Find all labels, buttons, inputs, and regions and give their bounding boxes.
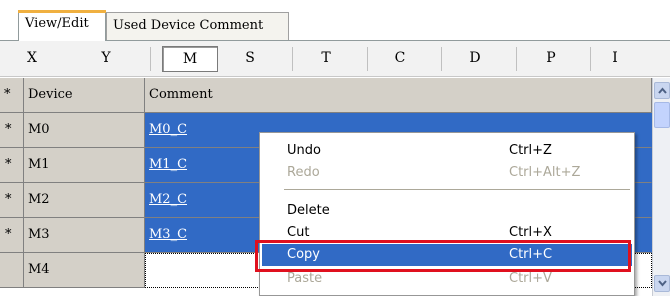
copy-highlight-box: [255, 240, 631, 272]
tab-used-device-comment[interactable]: Used Device Comment: [106, 12, 289, 40]
device-cell[interactable]: M2: [24, 183, 145, 218]
device-type-p-button[interactable]: P: [523, 46, 579, 72]
row-marker[interactable]: *: [0, 183, 24, 218]
vertical-scrollbar[interactable]: [652, 78, 670, 296]
device-cell[interactable]: M3: [24, 218, 145, 253]
menu-item-redo[interactable]: Redo Ctrl+Alt+Z: [262, 162, 632, 184]
device-cell[interactable]: M4: [24, 253, 145, 288]
row-marker[interactable]: *: [0, 113, 24, 148]
device-separator: [367, 47, 368, 71]
device-type-y-button[interactable]: Y: [78, 46, 134, 72]
device-type-x-button[interactable]: X: [4, 46, 60, 72]
chevron-up-icon: [658, 87, 667, 94]
menu-item-delete[interactable]: Delete: [262, 200, 632, 222]
row-marker[interactable]: *: [0, 148, 24, 183]
header-star: *: [0, 78, 24, 113]
row-marker[interactable]: *: [0, 218, 24, 253]
scroll-thumb[interactable]: [654, 102, 670, 128]
menu-item-shortcut: Ctrl+Z: [509, 143, 552, 158]
chevron-down-icon: [658, 280, 667, 287]
comment-text: M0_C: [149, 122, 188, 137]
device-separator: [292, 47, 293, 71]
header-comment[interactable]: Comment: [145, 78, 652, 113]
scroll-up-button[interactable]: [654, 82, 670, 99]
device-separator: [516, 47, 517, 71]
device-separator: [150, 47, 151, 71]
device-type-bar: X Y M S T C D P I: [0, 41, 670, 77]
menu-item-shortcut: Ctrl+Alt+Z: [509, 165, 581, 180]
device-type-c-button[interactable]: C: [372, 46, 428, 72]
device-type-i-button[interactable]: I: [587, 46, 643, 72]
scroll-down-button[interactable]: [654, 275, 670, 292]
comment-text: M3_C: [149, 227, 188, 242]
tab-used-device-comment-label: Used Device Comment: [113, 18, 264, 33]
comment-text: M2_C: [149, 192, 188, 207]
tab-view-edit-label: View/Edit: [25, 16, 89, 31]
device-type-m-button[interactable]: M: [162, 46, 218, 72]
header-device[interactable]: Device: [24, 78, 145, 113]
menu-item-label: Redo: [287, 165, 320, 180]
device-cell[interactable]: M0: [24, 113, 145, 148]
tab-strip: View/Edit Used Device Comment: [0, 0, 670, 41]
device-type-s-button[interactable]: S: [222, 46, 278, 72]
row-marker[interactable]: [0, 253, 24, 288]
menu-item-label: Undo: [287, 143, 321, 158]
device-separator: [441, 47, 442, 71]
menu-item-undo[interactable]: Undo Ctrl+Z: [262, 140, 632, 162]
device-type-t-button[interactable]: T: [298, 46, 354, 72]
device-cell[interactable]: M1: [24, 148, 145, 183]
menu-item-label: Delete: [287, 203, 330, 218]
comment-text: M1_C: [149, 157, 188, 172]
menu-separator: [284, 189, 630, 190]
device-type-d-button[interactable]: D: [447, 46, 503, 72]
tab-view-edit[interactable]: View/Edit: [18, 10, 106, 41]
